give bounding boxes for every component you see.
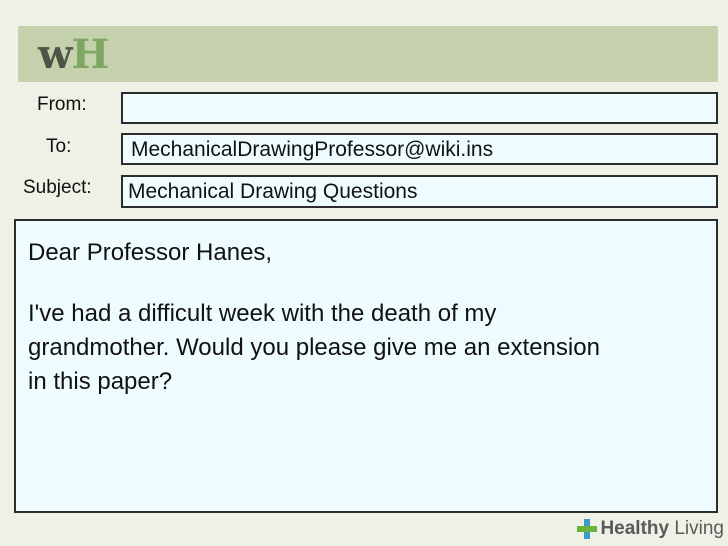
medical-cross-icon [577, 519, 598, 539]
brand-healthy: Healthy [600, 518, 670, 539]
from-field[interactable] [121, 92, 718, 124]
logo-letter-h: H [71, 31, 109, 78]
to-field[interactable]: MechanicalDrawingProfessor@wiki.ins [121, 133, 718, 165]
brand-living: Living [669, 518, 724, 539]
to-label: To: [46, 136, 72, 157]
logo-letter-w: w [38, 31, 72, 78]
header-bar: wH [18, 26, 718, 82]
wikihow-logo: wH [38, 31, 109, 78]
subject-field[interactable]: Mechanical Drawing Questions [121, 175, 718, 208]
message-body[interactable]: Dear Professor Hanes, I've had a difficu… [14, 219, 718, 513]
message-text: I've had a difficult week with the death… [28, 300, 600, 395]
from-label: From: [37, 94, 87, 115]
subject-label: Subject: [23, 177, 92, 198]
greeting-text: Dear Professor Hanes, [28, 239, 273, 266]
healthy-living-logo: Healthy Living [577, 518, 724, 540]
